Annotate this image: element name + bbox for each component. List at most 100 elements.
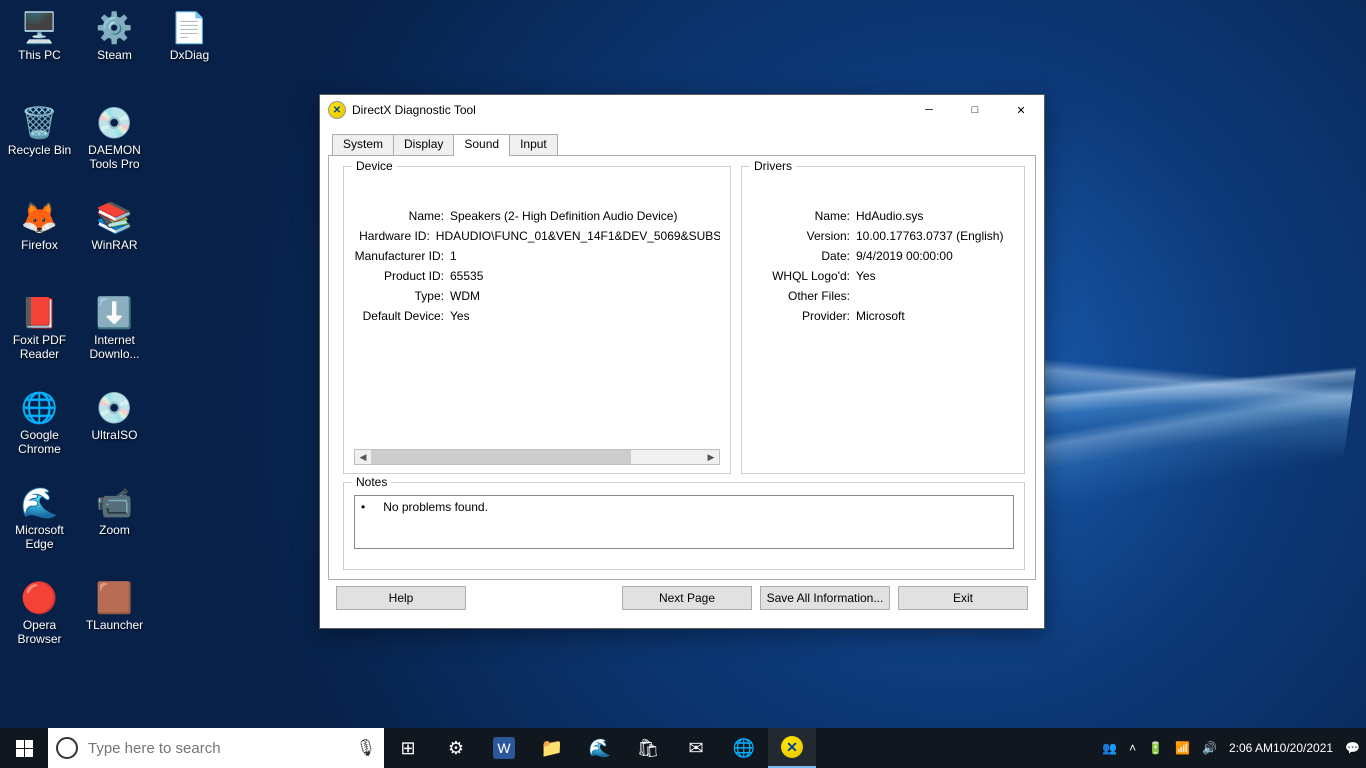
tab-strip: System Display Sound Input: [332, 133, 1036, 155]
task-view-button[interactable]: ⊞: [384, 728, 432, 768]
scroll-thumb[interactable]: [371, 450, 631, 464]
taskbar-explorer[interactable]: 📁: [528, 728, 576, 768]
device-hwid-label: Hardware ID:: [354, 229, 430, 243]
desktop-icon-daemon[interactable]: 💿DAEMON Tools Pro: [77, 97, 152, 192]
desktop-icon-recycle-bin[interactable]: 🗑️Recycle Bin: [2, 97, 77, 192]
steam-icon: ⚙️: [95, 8, 135, 48]
minimize-button[interactable]: ─: [906, 95, 952, 125]
disc-icon: 💿: [95, 103, 135, 143]
system-tray: 👥 ˄ 🔋 📶 🔊 2:06 AM 10/20/2021 💬: [1096, 728, 1366, 768]
download-icon: ⬇️: [95, 293, 135, 333]
desktop-icon-idm[interactable]: ⬇️Internet Downlo...: [77, 287, 152, 382]
desktop-icon-zoom[interactable]: 📹Zoom: [77, 477, 152, 572]
tray-notifications[interactable]: 💬: [1339, 728, 1366, 768]
driver-other-label: Other Files:: [752, 289, 850, 303]
driver-date-label: Date:: [752, 249, 850, 263]
monitor-icon: 🖥️: [20, 8, 60, 48]
device-legend: Device: [352, 159, 397, 173]
taskbar-word[interactable]: W: [480, 728, 528, 768]
word-icon: W: [493, 737, 515, 759]
desktop-icon-foxit[interactable]: 📕Foxit PDF Reader: [2, 287, 77, 382]
exit-button[interactable]: Exit: [898, 586, 1028, 610]
desktop-icon-tlauncher[interactable]: 🟫TLauncher: [77, 572, 152, 667]
start-button[interactable]: [0, 728, 48, 768]
dxdiag-icon: ✕: [328, 101, 346, 119]
desktop-icon-chrome[interactable]: 🌐Google Chrome: [2, 382, 77, 477]
dxdiag-icon: ✕: [781, 736, 803, 758]
scroll-left-icon[interactable]: ◀: [355, 450, 371, 464]
desktop-icon-steam[interactable]: ⚙️Steam: [77, 2, 152, 97]
tray-meet-now[interactable]: 👥: [1096, 728, 1123, 768]
driver-name-value: HdAudio.sys: [856, 209, 923, 223]
device-type-value: WDM: [450, 289, 480, 303]
windows-logo-icon: [16, 740, 33, 757]
device-prod-value: 65535: [450, 269, 483, 283]
chrome-icon: 🌐: [20, 388, 60, 428]
search-input[interactable]: [88, 740, 348, 757]
desktop-icon-edge[interactable]: 🌊Microsoft Edge: [2, 477, 77, 572]
desktop-icons-grid: 🖥️This PC 🗑️Recycle Bin 🦊Firefox 📕Foxit …: [2, 2, 202, 722]
device-mfr-label: Manufacturer ID:: [354, 249, 444, 263]
tab-sound[interactable]: Sound: [453, 134, 510, 156]
tray-overflow[interactable]: ˄: [1123, 728, 1142, 768]
tray-volume[interactable]: 🔊: [1196, 728, 1223, 768]
task-view-icon: ⊞: [400, 738, 415, 759]
desktop-icon-winrar[interactable]: 📚WinRAR: [77, 192, 152, 287]
microphone-icon[interactable]: 🎙: [356, 738, 376, 758]
desktop-icon-ultraiso[interactable]: 💿UltraISO: [77, 382, 152, 477]
driver-prov-value: Microsoft: [856, 309, 905, 323]
tab-display[interactable]: Display: [393, 134, 454, 156]
taskbar-mail[interactable]: ✉: [672, 728, 720, 768]
help-button[interactable]: Help: [336, 586, 466, 610]
edge-icon: 🌊: [20, 483, 60, 523]
tray-battery[interactable]: 🔋: [1142, 728, 1169, 768]
driver-whql-label: WHQL Logo'd:: [752, 269, 850, 283]
taskbar-store[interactable]: 🛍: [624, 728, 672, 768]
device-mfr-value: 1: [450, 249, 457, 263]
close-button[interactable]: ✕: [998, 95, 1044, 125]
tab-input[interactable]: Input: [509, 134, 558, 156]
titlebar[interactable]: ✕ DirectX Diagnostic Tool ─ □ ✕: [320, 95, 1044, 125]
drivers-legend: Drivers: [750, 159, 796, 173]
maximize-button[interactable]: □: [952, 95, 998, 125]
wifi-icon: 📶: [1175, 741, 1190, 755]
desktop-icon-firefox[interactable]: 🦊Firefox: [2, 192, 77, 287]
next-page-button[interactable]: Next Page: [622, 586, 752, 610]
tray-wifi[interactable]: 📶: [1169, 728, 1196, 768]
notes-group: Notes •No problems found.: [343, 482, 1025, 570]
scroll-track[interactable]: [371, 450, 703, 464]
archive-icon: 📚: [95, 198, 135, 238]
clock-date: 10/20/2021: [1273, 741, 1333, 755]
people-icon: 👥: [1102, 741, 1117, 755]
trash-icon: 🗑️: [20, 103, 60, 143]
device-hscrollbar[interactable]: ◀ ▶: [354, 449, 720, 465]
chrome-icon: 🌐: [733, 738, 755, 759]
firefox-icon: 🦊: [20, 198, 60, 238]
desktop-icon-dxdiag[interactable]: 📄DxDiag: [152, 2, 227, 97]
taskbar-chrome[interactable]: 🌐: [720, 728, 768, 768]
notes-text: No problems found.: [383, 500, 488, 514]
drivers-group: Drivers Name:HdAudio.sys Version:10.00.1…: [741, 166, 1025, 474]
driver-name-label: Name:: [752, 209, 850, 223]
device-type-label: Type:: [354, 289, 444, 303]
taskbar-edge[interactable]: 🌊: [576, 728, 624, 768]
tab-system[interactable]: System: [332, 134, 394, 156]
device-name-value: Speakers (2- High Definition Audio Devic…: [450, 209, 677, 223]
device-default-label: Default Device:: [354, 309, 444, 323]
desktop-icon-this-pc[interactable]: 🖥️This PC: [2, 2, 77, 97]
disc-icon: 💿: [95, 388, 135, 428]
taskbar-search[interactable]: 🎙: [48, 728, 384, 768]
driver-date-value: 9/4/2019 00:00:00: [856, 249, 953, 263]
scroll-right-icon[interactable]: ▶: [703, 450, 719, 464]
driver-ver-label: Version:: [752, 229, 850, 243]
edge-icon: 🌊: [589, 738, 611, 759]
speaker-icon: 🔊: [1202, 741, 1217, 755]
taskbar-settings[interactable]: ⚙: [432, 728, 480, 768]
driver-prov-label: Provider:: [752, 309, 850, 323]
device-group: Device Name:Speakers (2- High Definition…: [343, 166, 731, 474]
save-all-button[interactable]: Save All Information...: [760, 586, 890, 610]
notes-textbox: •No problems found.: [354, 495, 1014, 549]
desktop-icon-opera[interactable]: 🔴Opera Browser: [2, 572, 77, 667]
tray-clock[interactable]: 2:06 AM 10/20/2021: [1223, 728, 1339, 768]
taskbar-dxdiag[interactable]: ✕: [768, 728, 816, 768]
